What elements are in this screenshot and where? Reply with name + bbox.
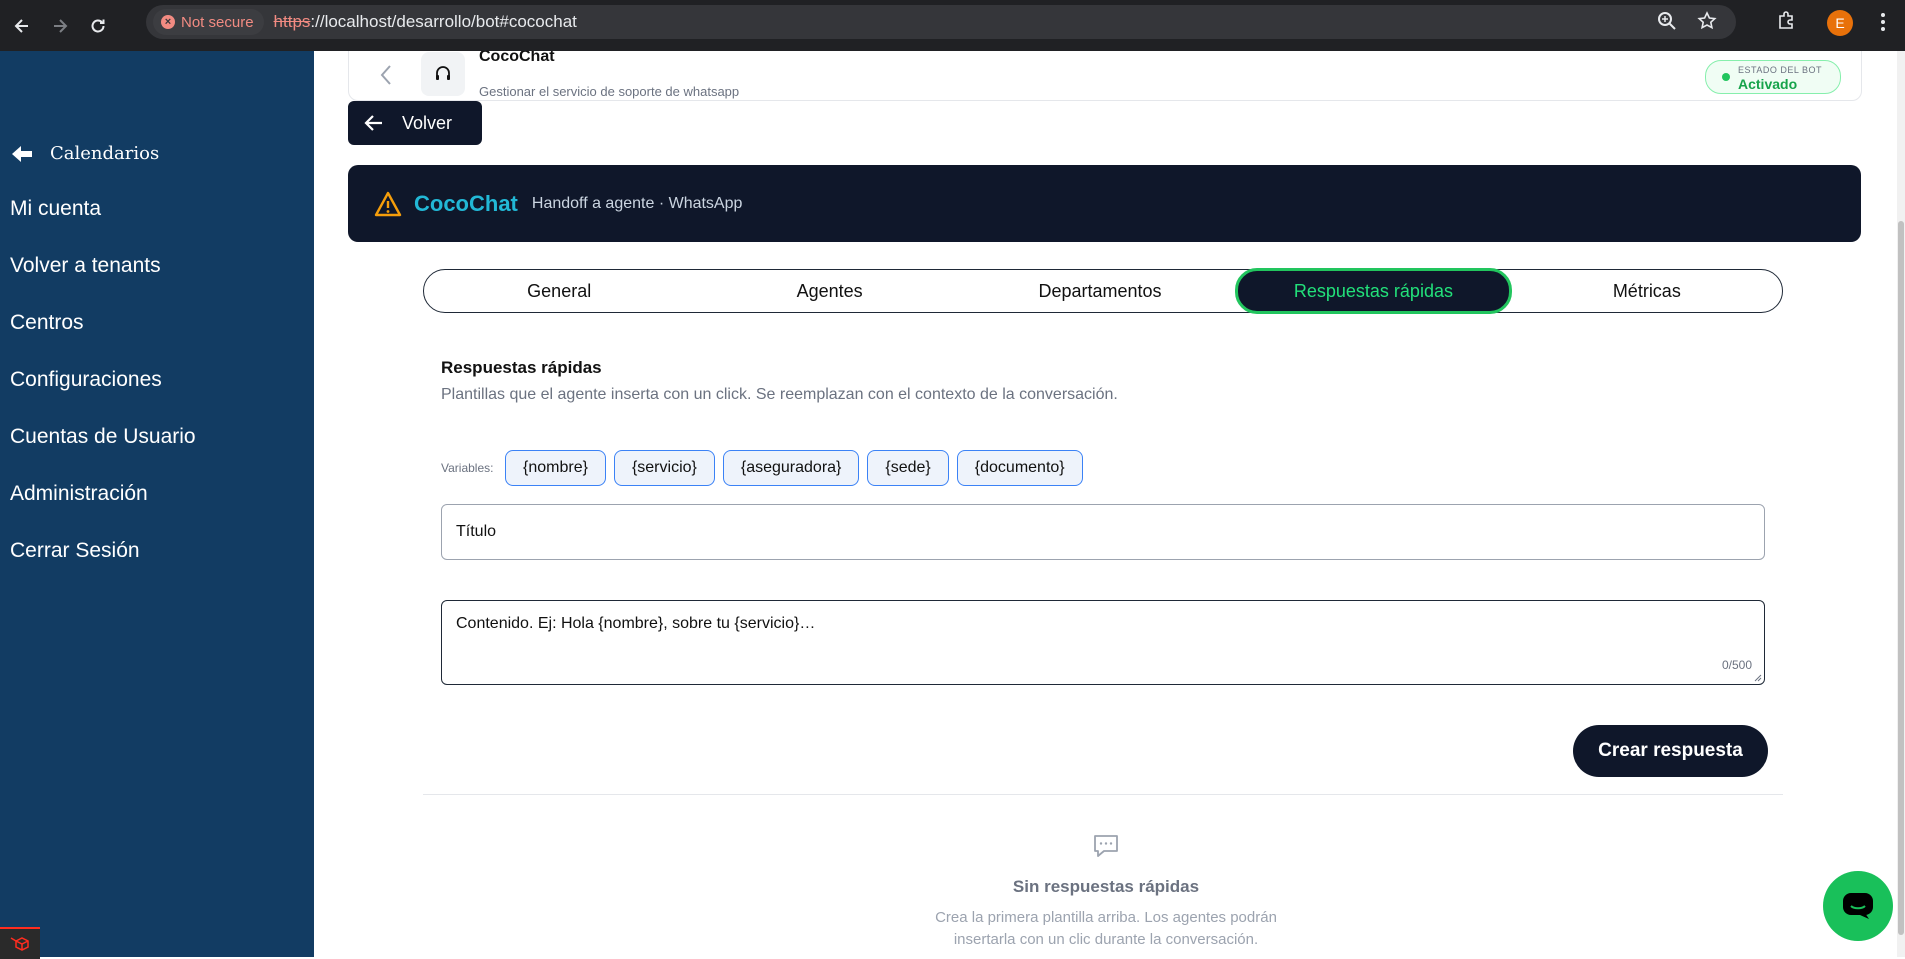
arrow-left-icon [364,115,382,131]
resize-grip-icon[interactable] [1754,674,1762,682]
bookmark-star-icon[interactable] [1696,10,1718,32]
arrow-left-icon [14,18,28,33]
forward-nav-button[interactable] [44,10,76,42]
arrow-right-icon [54,18,68,33]
variable-chip-documento[interactable]: {documento} [956,450,1083,486]
variable-chip-servicio[interactable]: {servicio} [613,450,715,486]
content-field: 0/500 [441,600,1765,685]
back-nav-button[interactable] [6,10,38,42]
main-content: CocoChat Gestionar el servicio de soport… [314,51,1905,957]
warning-icon [374,191,402,216]
empty-state-description: Crea la primera plantilla arriba. Los ag… [935,909,1277,948]
variable-chip-sede[interactable]: {sede} [867,450,949,486]
bot-subtitle: Gestionar el servicio de soporte de what… [479,84,740,99]
divider [423,794,1783,795]
scrollbar-thumb[interactable] [1898,221,1904,935]
debugbar-toggle[interactable] [0,927,40,959]
status-dot-icon [1722,73,1730,81]
volver-button[interactable]: Volver [348,101,482,145]
banner-subtitle: Handoff a agente · WhatsApp [531,194,743,212]
tab-respuestas-rapidas[interactable]: Respuestas rápidas [1235,268,1512,314]
section-description: Plantillas que el agente inserta con un … [441,386,1118,403]
sidebar-back-link[interactable]: Calendarios [10,143,159,164]
url-text[interactable]: https://localhost/desarrollo/bot#cococha… [274,12,577,32]
sidebar-item-mi-cuenta[interactable]: Mi cuenta [10,197,101,221]
tab-departamentos[interactable]: Departamentos [965,270,1235,312]
variable-chip-nombre[interactable]: {nombre} [505,450,606,486]
section-title: Respuestas rápidas [441,358,602,377]
chat-bubble-icon [1094,835,1118,857]
laravel-logo-icon [10,937,29,951]
not-secure-icon: × [161,15,175,29]
sidebar-item-volver-tenants[interactable]: Volver a tenants [10,254,161,278]
status-label: ESTADO DEL BOT [1738,65,1823,75]
sidebar: Calendarios Mi cuenta Volver a tenants C… [0,51,314,959]
url-scheme: https [273,12,311,31]
address-bar[interactable]: × Not secure https://localhost/desarroll… [146,5,1736,39]
profile-avatar[interactable]: E [1827,9,1853,36]
security-chip[interactable]: × Not secure [153,9,264,35]
volver-label: Volver [402,112,453,133]
tab-general[interactable]: General [424,270,694,312]
extensions-button[interactable] [1775,9,1797,36]
security-label: Not secure [181,13,254,31]
reload-button[interactable] [82,10,114,42]
create-response-button[interactable]: Crear respuesta [1573,725,1768,777]
url-path: ://localhost/desarrollo/bot#cocochat [310,12,577,31]
bot-header-card: CocoChat Gestionar el servicio de soport… [348,51,1862,101]
chat-icon [1843,893,1873,919]
empty-state-title: Sin respuestas rápidas [1012,877,1200,896]
sidebar-item-cerrar-sesion[interactable]: Cerrar Sesión [10,539,140,563]
sidebar-item-administracion[interactable]: Administración [10,482,148,506]
sidebar-item-cuentas-usuario[interactable]: Cuentas de Usuario [10,425,196,449]
variables-label: Variables: [441,461,494,475]
bot-status-badge: ESTADO DEL BOT Activado [1705,60,1841,94]
variable-chips: {nombre} {servicio} {aseguradora} {sede}… [505,450,1083,486]
char-counter: 0/500 [1721,658,1752,672]
puzzle-icon [1779,11,1793,29]
browser-toolbar: × Not secure https://localhost/desarroll… [0,0,1905,51]
chat-widget-button[interactable] [1823,871,1893,941]
tab-bar: General Agentes Departamentos Respuestas… [423,268,1783,314]
bot-avatar [421,52,465,96]
profile-initial: E [1835,14,1845,31]
content-textarea[interactable] [442,601,1764,684]
reload-icon [91,19,105,32]
chevron-left-icon[interactable] [379,64,393,86]
variable-chip-aseguradora[interactable]: {aseguradora} [722,450,860,486]
zoom-icon[interactable] [1656,10,1678,32]
headset-icon [436,66,450,80]
bot-name: CocoChat [479,51,555,65]
sidebar-item-centros[interactable]: Centros [10,311,84,335]
page-scrollbar[interactable] [1897,51,1905,957]
sidebar-back-label: Calendarios [50,143,160,164]
browser-menu-icon[interactable] [1881,13,1885,34]
sidebar-item-configuraciones[interactable]: Configuraciones [10,368,162,392]
title-input[interactable] [441,504,1765,560]
banner-brand: CocoChat [414,190,518,216]
cocochat-banner: CocoChat Handoff a agente · WhatsApp [348,165,1861,242]
status-value: Activado [1738,76,1798,92]
tab-metricas[interactable]: Métricas [1512,270,1782,312]
arrow-left-icon [12,145,32,162]
tab-agentes[interactable]: Agentes [694,270,964,312]
